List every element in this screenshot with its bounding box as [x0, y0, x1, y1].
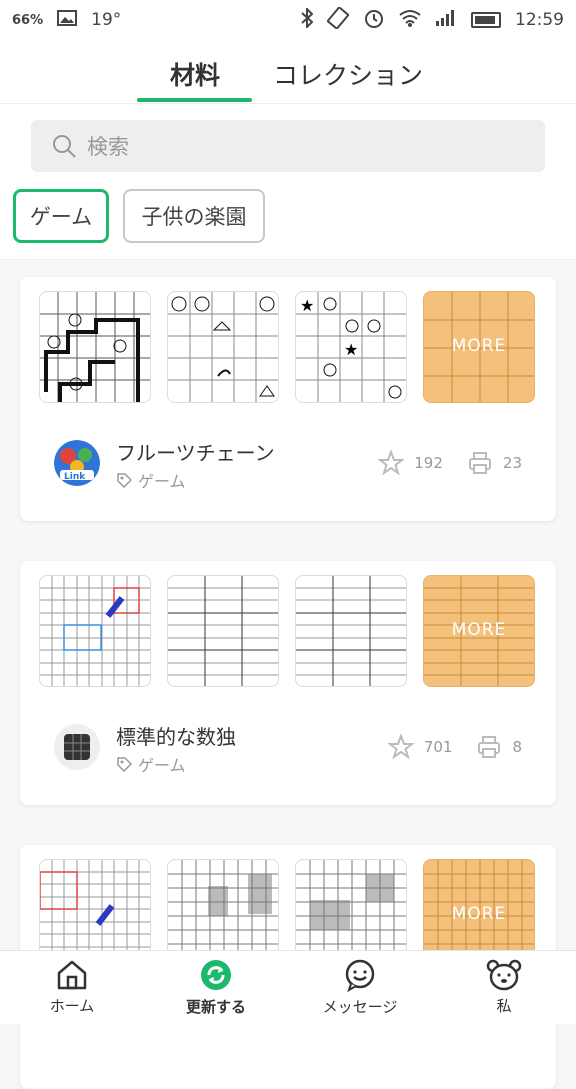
card-stats: 192 23 [378, 450, 522, 476]
avatar [54, 724, 100, 770]
nav-home[interactable]: ホーム [0, 951, 144, 1024]
tag-icon [117, 473, 132, 488]
tag-icon [117, 757, 132, 772]
card-title: フルーツチェーン [116, 441, 275, 465]
search-section: 検索 ゲーム 子供の楽園 [0, 104, 576, 260]
status-bar: 66% 19° 12:59 [0, 0, 576, 40]
filter-chip-kids[interactable]: 子供の楽園 [123, 189, 265, 243]
tab-indicator [137, 98, 252, 102]
material-card[interactable]: MORE 標準的な数独 ゲーム 701 8 [20, 561, 556, 805]
nav-refresh-label: 更新する [185, 998, 246, 1016]
image-icon [57, 9, 78, 31]
wifi-icon [399, 9, 421, 32]
card-stats: 701 8 [387, 734, 522, 760]
print-icon[interactable] [476, 734, 502, 760]
battery-icon [471, 12, 501, 28]
svg-text:★: ★ [300, 296, 314, 315]
card-title: 標準的な数独 [116, 725, 236, 749]
card-tag: ゲーム [116, 752, 186, 776]
alarm-icon [363, 7, 385, 34]
svg-text:Link: Link [64, 472, 86, 482]
material-card[interactable]: ★ ★ MORE Link フルーツチェーン ゲーム 192 23 [20, 277, 556, 521]
star-icon[interactable] [378, 450, 405, 476]
svg-text:★: ★ [344, 340, 358, 359]
bear-icon [486, 959, 522, 991]
star-icon[interactable] [387, 734, 414, 760]
bluetooth-icon [301, 6, 314, 33]
more-thumbnail[interactable]: MORE [423, 291, 535, 403]
bottom-nav: ホーム 更新する メッセージ 私 [0, 950, 576, 1024]
battery-saver-icon: 66% [12, 12, 44, 28]
nav-messages-label: メッセージ [322, 998, 398, 1016]
more-label: MORE [451, 620, 507, 640]
search-icon [53, 135, 76, 158]
star-count: 192 [414, 454, 443, 472]
search-input[interactable]: 検索 [31, 120, 545, 172]
nav-home-label: ホーム [49, 997, 95, 1015]
star-count: 701 [423, 738, 453, 756]
nav-messages[interactable]: メッセージ [288, 951, 432, 1024]
nav-me[interactable]: 私 [432, 951, 576, 1024]
header: 材料 コレクション [0, 40, 576, 104]
preview-thumbnail[interactable] [39, 291, 151, 403]
vibrate-icon [326, 5, 350, 34]
preview-thumbnail[interactable] [167, 575, 279, 687]
refresh-icon [201, 960, 231, 990]
preview-thumbnail[interactable] [167, 291, 279, 403]
filter-chip-game[interactable]: ゲーム [13, 189, 109, 243]
tab-collection[interactable]: コレクション [273, 56, 423, 92]
more-thumbnail[interactable]: MORE [423, 575, 535, 687]
print-count: 8 [512, 738, 522, 756]
nav-me-label: 私 [496, 997, 512, 1015]
preview-thumbnail[interactable] [39, 575, 151, 687]
temperature-text: 19° [91, 10, 122, 30]
preview-thumbnail[interactable]: ★ ★ [295, 291, 407, 403]
more-label: MORE [451, 904, 507, 924]
tag-label: ゲーム [138, 472, 186, 491]
search-placeholder: 検索 [87, 135, 129, 159]
signal-icon [435, 9, 457, 32]
more-label: MORE [451, 336, 507, 356]
card-tag: ゲーム [116, 468, 186, 492]
nav-refresh[interactable]: 更新する [144, 951, 288, 1024]
home-icon [57, 960, 87, 990]
print-count: 23 [502, 454, 522, 472]
tab-materials[interactable]: 材料 [170, 56, 220, 92]
message-icon [345, 959, 375, 992]
preview-thumbnail[interactable] [295, 575, 407, 687]
avatar: Link [54, 440, 100, 486]
tag-label: ゲーム [138, 756, 186, 775]
print-icon[interactable] [467, 450, 493, 476]
clock-text: 12:59 [515, 10, 564, 30]
